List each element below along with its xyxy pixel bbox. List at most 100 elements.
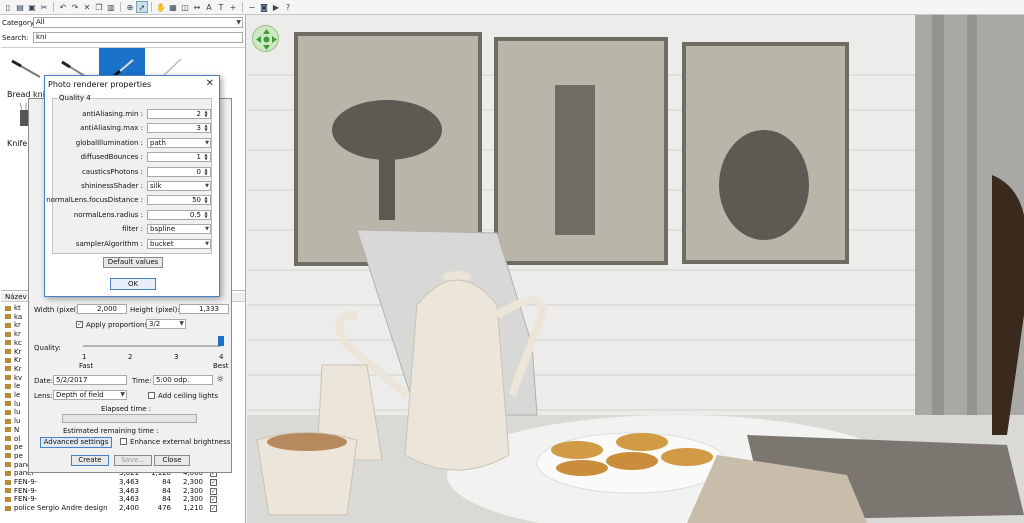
table-row[interactable]: FEN-9- 3,463 84 2,300 ✓: [1, 495, 245, 504]
select-icon[interactable]: ➚: [136, 1, 148, 13]
furniture-height-cell: 1,210: [182, 504, 203, 513]
undo-icon[interactable]: ↶: [58, 2, 68, 12]
create-rooms-icon[interactable]: ◫: [180, 2, 190, 12]
spinner-arrows-icon[interactable]: ▲ ▼: [203, 196, 209, 204]
copy-icon[interactable]: ❐: [94, 2, 104, 12]
video-icon[interactable]: ▶: [271, 2, 281, 12]
chevron-down-icon: ▼: [236, 19, 241, 26]
create-dimensions-icon[interactable]: ↔: [192, 2, 202, 12]
create-labels-icon[interactable]: A: [204, 2, 214, 12]
photo-icon[interactable]: ◙: [259, 2, 269, 12]
quality-tick-1: 1: [82, 353, 87, 361]
spinner-arrows-icon[interactable]: ▲ ▼: [203, 110, 209, 118]
spinner-arrows-icon[interactable]: ▲ ▼: [203, 167, 209, 176]
save-button[interactable]: Save...: [114, 455, 152, 466]
dialog-title: Photo renderer properties: [48, 80, 152, 89]
pan-icon[interactable]: ✋: [156, 2, 166, 12]
close-icon[interactable]: ✕: [206, 78, 214, 89]
property-spinner[interactable]: 0 ▲ ▼: [147, 166, 211, 177]
furniture-name: Kr: [14, 364, 22, 373]
category-select[interactable]: All ▼: [33, 17, 243, 28]
furniture-width-cell: 2,400: [118, 504, 139, 513]
furniture-name: le: [14, 382, 21, 391]
time-value: 5:00 odp.: [156, 376, 190, 384]
time-spinner[interactable]: 5:00 odp.: [153, 375, 213, 385]
property-value: path: [150, 138, 166, 147]
furniture-name-cell: kt: [5, 304, 21, 313]
furniture-name-cell: ol: [5, 435, 20, 444]
property-spinner[interactable]: 0.5 ▲ ▼: [147, 209, 211, 220]
default-values-button[interactable]: Default values: [103, 257, 163, 268]
furniture-name: le: [14, 391, 21, 399]
ceiling-lights-label: Add ceiling lights: [158, 392, 219, 400]
property-row: causticsPhotons : 0 ▲ ▼: [53, 166, 213, 178]
property-row: shininessShader : silk ▼: [53, 181, 213, 192]
proportions-select[interactable]: 3/2 ▼: [146, 319, 186, 329]
property-spinner[interactable]: 1 ▲ ▼: [147, 152, 211, 163]
quality-slider-track[interactable]: [83, 345, 221, 347]
ceiling-lights-checkbox[interactable]: [148, 392, 155, 399]
property-spinner[interactable]: 2 ▲ ▼: [147, 109, 211, 119]
create-walls-icon[interactable]: ▦: [168, 2, 178, 12]
text-icon[interactable]: T: [216, 2, 226, 12]
property-select[interactable]: path ▼: [147, 137, 211, 148]
spinner-arrows-icon[interactable]: ▲ ▼: [203, 124, 209, 132]
catalog-item-bread-knife[interactable]: [3, 48, 49, 90]
date-spinner[interactable]: 5/2/2017: [53, 375, 127, 385]
visible-checkbox[interactable]: ✓: [210, 496, 217, 504]
table-row[interactable]: FEN-9- 3,463 84 2,300 ✓: [1, 487, 245, 496]
open-folder-icon[interactable]: ▤: [15, 2, 25, 12]
enhance-brightness-checkbox[interactable]: [120, 438, 127, 445]
visible-checkbox[interactable]: ✓: [210, 479, 217, 486]
redo-icon[interactable]: ↷: [70, 2, 80, 12]
visible-checkbox[interactable]: ✓: [210, 505, 217, 513]
chevron-down-icon: ▼: [205, 226, 209, 233]
furniture-name-cell: N: [5, 426, 19, 435]
new-file-icon[interactable]: ▯: [3, 2, 13, 12]
table-row[interactable]: police Sergio Andre design 2,400 476 1,210 ✓: [1, 504, 245, 513]
help-icon[interactable]: ?: [283, 2, 293, 12]
property-select[interactable]: silk ▼: [147, 181, 211, 191]
height-value: 1,333: [198, 305, 219, 313]
close-button[interactable]: Close: [154, 455, 190, 466]
zoom-out-icon[interactable]: −: [247, 2, 257, 12]
sun-icon[interactable]: ☼: [216, 375, 224, 385]
proportions-value: 3/2: [149, 320, 161, 328]
property-spinner[interactable]: 50 ▲ ▼: [147, 195, 211, 206]
furniture-name: pe: [14, 443, 23, 452]
apply-proportions-checkbox[interactable]: ✓: [76, 321, 83, 328]
add-furniture-icon[interactable]: ⊕: [125, 2, 135, 12]
height-spinner[interactable]: 1,333: [179, 304, 229, 314]
quality-best-label: Best: [213, 362, 229, 370]
paste-icon[interactable]: ▥: [106, 2, 116, 12]
table-row[interactable]: FEN-9- 3,463 84 2,300 ✓: [1, 478, 245, 487]
width-spinner[interactable]: 2,000: [77, 304, 127, 314]
lens-select[interactable]: Depth of field ▼: [53, 390, 127, 400]
spinner-arrows-icon[interactable]: ▲ ▼: [203, 153, 209, 161]
zoom-in-icon[interactable]: +: [228, 2, 238, 12]
furniture-depth-cell: 84: [162, 478, 171, 486]
spinner-arrows-icon[interactable]: ▲ ▼: [203, 210, 209, 219]
chevron-down-icon: ▼: [120, 391, 125, 398]
chevron-down-icon: ▼: [205, 183, 209, 189]
3d-view[interactable]: [247, 15, 1024, 523]
property-label: samplerAlgorithm :: [75, 239, 143, 248]
main-toolbar: ▯ ▤ ▣ ✂ ↶ ↷ ✕ ❐ ▥ ⊕ ➚ ✋ ▦ ◫ ↔ A T + − ◙ ▶?: [0, 0, 1024, 15]
delete-icon[interactable]: ✕: [82, 2, 92, 12]
navigation-compass[interactable]: [252, 25, 279, 52]
property-select[interactable]: bspline ▼: [147, 224, 211, 235]
create-button[interactable]: Create: [71, 455, 109, 466]
property-spinner[interactable]: 3 ▲ ▼: [147, 123, 211, 134]
furniture-icon: [5, 375, 11, 381]
furniture-name-cell: pe: [5, 452, 23, 461]
cut-icon[interactable]: ✂: [39, 2, 49, 12]
furniture-name: lu: [14, 417, 21, 426]
visible-checkbox[interactable]: ✓: [210, 487, 217, 495]
search-input[interactable]: kni: [33, 32, 243, 43]
advanced-settings-button[interactable]: Advanced settings: [40, 437, 112, 448]
quality-slider-thumb[interactable]: [218, 336, 224, 346]
property-label: normalLens.radius :: [73, 210, 143, 219]
ok-button[interactable]: OK: [110, 278, 156, 290]
property-select[interactable]: bucket ▼: [147, 238, 211, 249]
save-icon[interactable]: ▣: [27, 2, 37, 12]
